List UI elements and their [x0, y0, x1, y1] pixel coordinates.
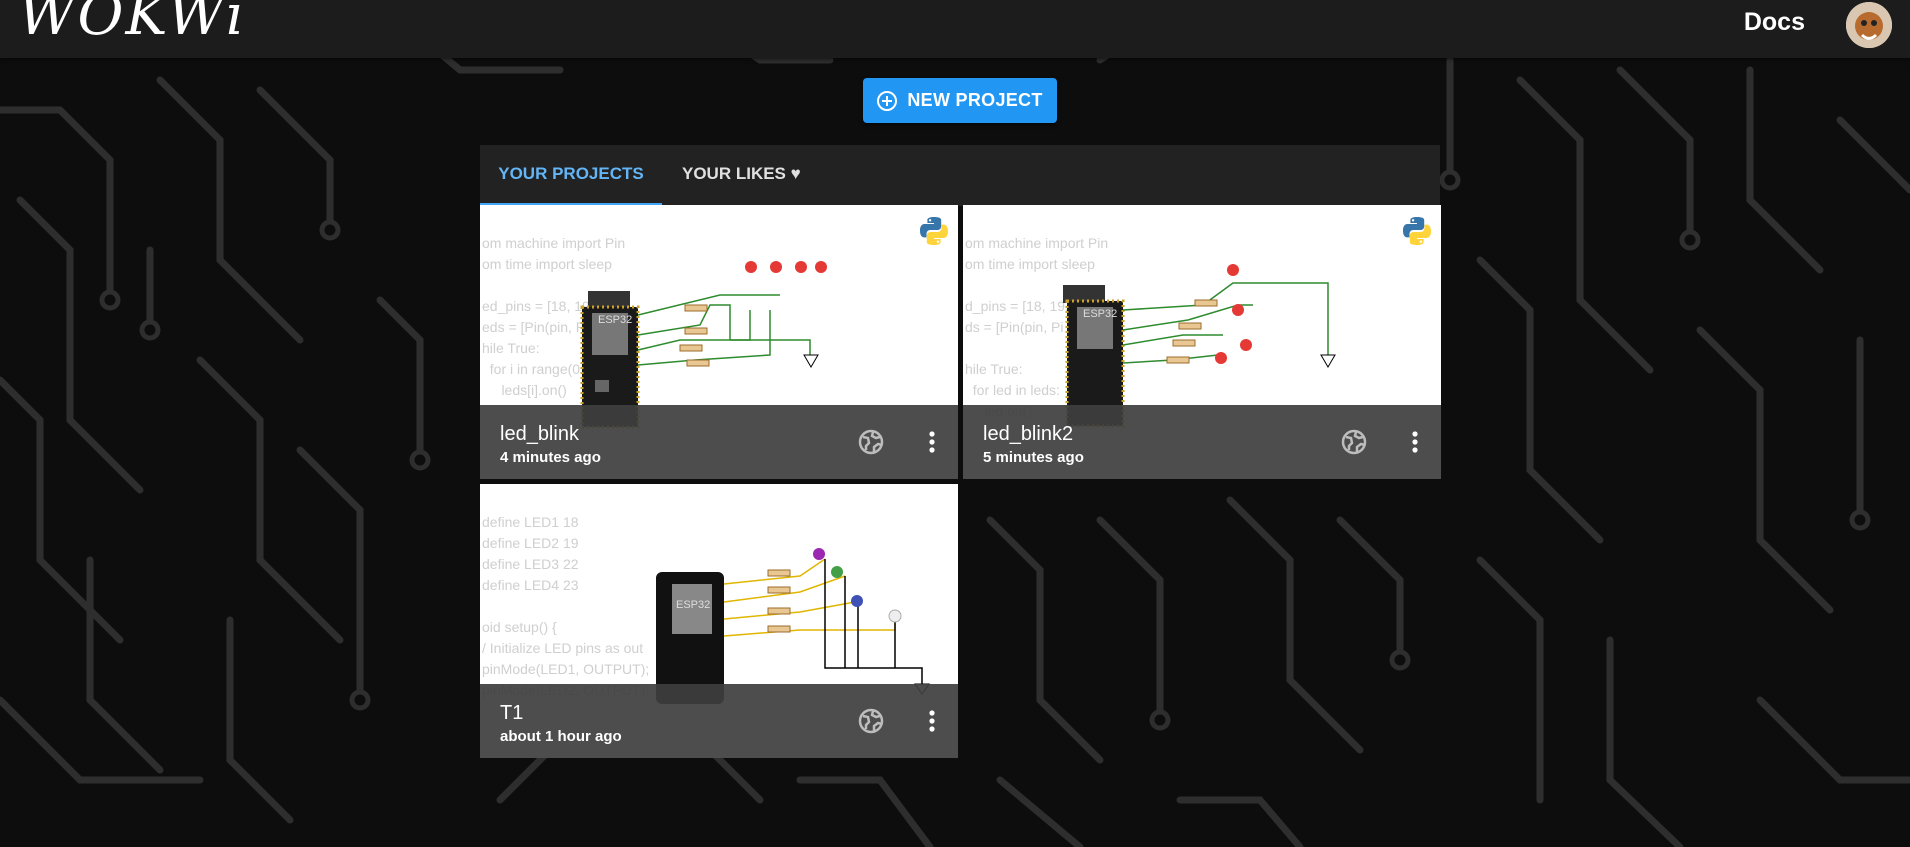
- project-title[interactable]: led_blink: [500, 423, 579, 446]
- new-project-button[interactable]: NEW PROJECT: [863, 78, 1057, 123]
- tab-your-projects[interactable]: YOUR PROJECTS: [480, 145, 662, 206]
- project-card[interactable]: om machine import Pin om time import sle…: [480, 205, 958, 479]
- svg-text:ESP32: ESP32: [598, 314, 632, 326]
- project-card[interactable]: om machine import Pin om time import sle…: [963, 205, 1441, 479]
- globe-icon[interactable]: [858, 429, 884, 455]
- globe-icon[interactable]: [858, 708, 884, 734]
- more-vert-icon[interactable]: [920, 429, 944, 455]
- projects-tabs: YOUR PROJECTS YOUR LIKES ♥: [480, 145, 1440, 206]
- globe-icon[interactable]: [1341, 429, 1367, 455]
- project-title[interactable]: led_blink2: [983, 423, 1073, 446]
- docs-link[interactable]: Docs: [1744, 8, 1805, 37]
- tab-your-likes[interactable]: YOUR LIKES ♥: [682, 145, 801, 203]
- card-footer: led_blink2 5 minutes ago: [963, 405, 1441, 479]
- plus-circle-icon: [877, 90, 898, 111]
- svg-text:ESP32: ESP32: [1083, 308, 1117, 320]
- svg-text:ESP32: ESP32: [676, 599, 710, 611]
- avatar[interactable]: [1846, 2, 1892, 48]
- top-navigation-bar: WOKWi Docs: [0, 0, 1910, 58]
- more-vert-icon[interactable]: [1403, 429, 1427, 455]
- project-title[interactable]: T1: [500, 702, 523, 725]
- project-timestamp: 4 minutes ago: [500, 449, 601, 466]
- python-icon: [1403, 217, 1431, 245]
- project-card[interactable]: define LED1 18 define LED2 19 define LED…: [480, 484, 958, 758]
- tab-label: YOUR PROJECTS: [498, 164, 644, 183]
- more-vert-icon[interactable]: [920, 708, 944, 734]
- project-timestamp: about 1 hour ago: [500, 728, 622, 745]
- wokwi-logo[interactable]: WOKWi: [18, 0, 244, 46]
- logo-text: WOKWi: [18, 0, 246, 48]
- new-project-label: NEW PROJECT: [907, 90, 1043, 110]
- python-icon: [920, 217, 948, 245]
- card-footer: T1 about 1 hour ago: [480, 684, 958, 758]
- project-timestamp: 5 minutes ago: [983, 449, 1084, 466]
- avatar-image-icon: [1846, 2, 1892, 48]
- tab-label: YOUR LIKES ♥: [682, 164, 801, 183]
- card-footer: led_blink 4 minutes ago: [480, 405, 958, 479]
